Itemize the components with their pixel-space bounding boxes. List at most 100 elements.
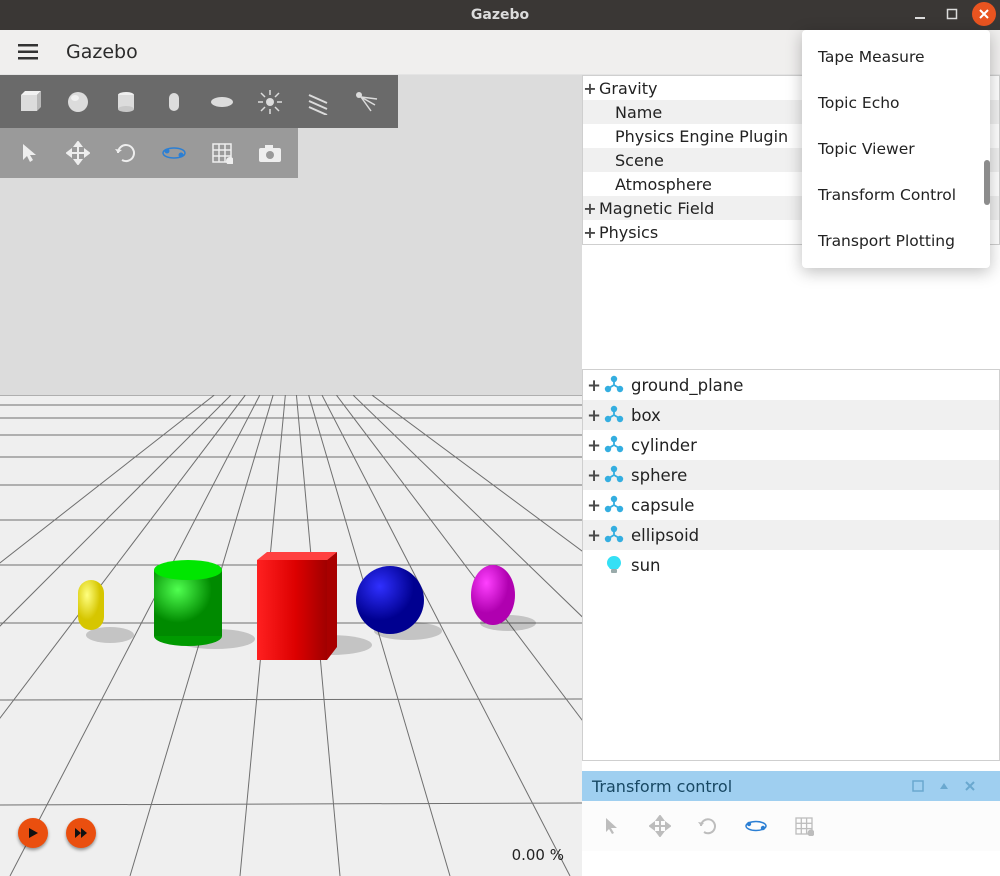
grid-snap-button[interactable] (198, 129, 246, 177)
plugin-menu-item[interactable]: Topic Viewer (802, 126, 990, 172)
transform-control-title: Transform control (592, 777, 732, 796)
insert-point-light-button[interactable] (246, 78, 294, 126)
entity-tree-row[interactable]: sun (583, 550, 999, 580)
model-icon (603, 494, 625, 516)
insert-ellipsoid-button[interactable] (198, 78, 246, 126)
world-tree-label: Scene (615, 151, 664, 170)
scene-render (0, 75, 582, 876)
manipulation-toolbar (0, 128, 298, 178)
tc-translate-button[interactable] (636, 802, 684, 850)
world-tree-label: Physics (599, 223, 658, 242)
panel-maximize-button[interactable] (912, 780, 938, 792)
entity-tree-row[interactable]: +cylinder (583, 430, 999, 460)
tc-rotate-button[interactable] (684, 802, 732, 850)
insert-sphere-button[interactable] (54, 78, 102, 126)
os-titlebar: Gazebo (0, 0, 1000, 30)
rotate-icon (697, 815, 719, 837)
model-icon (603, 404, 625, 426)
play-button[interactable] (18, 818, 48, 848)
directional-light-icon (305, 89, 331, 115)
tc-orbit-button[interactable] (732, 802, 780, 850)
point-light-icon (257, 89, 283, 115)
insert-directional-light-button[interactable] (294, 78, 342, 126)
plugin-menu-item[interactable]: Tape Measure (802, 34, 990, 80)
transform-control-toolbar (582, 801, 1000, 851)
entity-label: capsule (631, 496, 694, 515)
3d-viewport[interactable]: 0.00 % (0, 75, 582, 876)
camera-icon (257, 143, 283, 163)
app-window: Gazebo Gazebo (0, 0, 1000, 876)
light-icon (603, 554, 625, 576)
rotate-tool-button[interactable] (102, 129, 150, 177)
entity-tree-row[interactable]: +sphere (583, 460, 999, 490)
fast-forward-button[interactable] (66, 818, 96, 848)
plugin-menu-popup[interactable]: Tape MeasureTopic EchoTopic ViewerTransf… (802, 30, 990, 268)
entity-label: ellipsoid (631, 526, 699, 545)
grid-icon (211, 142, 233, 164)
world-tree-label: Physics Engine Plugin (615, 127, 788, 146)
plugin-menu-item[interactable]: Transport Plotting (802, 218, 990, 264)
window-close-button[interactable] (972, 2, 996, 26)
tc-select-button[interactable] (588, 802, 636, 850)
window-maximize-button[interactable] (940, 2, 964, 26)
orbit-icon (161, 143, 187, 163)
entity-tree-row[interactable]: +box (583, 400, 999, 430)
hamburger-icon (18, 44, 38, 60)
app-title: Gazebo (48, 41, 138, 63)
orbit-icon (744, 817, 768, 835)
panel-collapse-button[interactable] (938, 781, 964, 791)
transform-control-panel: Transform control (582, 771, 1000, 851)
select-tool-button[interactable] (6, 129, 54, 177)
cylinder-icon (113, 89, 139, 115)
entity-tree-row[interactable]: +capsule (583, 490, 999, 520)
entity-label: sphere (631, 466, 687, 485)
sphere-icon (65, 89, 91, 115)
plugin-menu-item[interactable]: Transform Control (802, 172, 990, 218)
translate-tool-button[interactable] (54, 129, 102, 177)
transform-control-titlebar[interactable]: Transform control (582, 771, 1000, 801)
window-title: Gazebo (0, 7, 1000, 23)
playback-controls (18, 818, 96, 848)
popup-scrollbar-thumb[interactable] (984, 160, 990, 205)
plugin-menu-item[interactable]: Topic Echo (802, 80, 990, 126)
realtime-factor: 0.00 % (512, 846, 564, 864)
model-icon (603, 524, 625, 546)
fast-forward-icon (74, 827, 88, 839)
insert-spot-light-button[interactable] (342, 78, 390, 126)
window-minimize-button[interactable] (908, 2, 932, 26)
insert-box-button[interactable] (6, 78, 54, 126)
model-icon (603, 464, 625, 486)
entity-tree-row[interactable]: +ground_plane (583, 370, 999, 400)
box-icon (17, 89, 43, 115)
world-tree-label: Gravity (599, 79, 657, 98)
model-icon (603, 434, 625, 456)
world-tree-label: Magnetic Field (599, 199, 714, 218)
ellipsoid-icon (209, 89, 235, 115)
insert-capsule-button[interactable] (150, 78, 198, 126)
cursor-icon (602, 816, 622, 836)
entity-tree[interactable]: +ground_plane+box+cylinder+sphere+capsul… (582, 369, 1000, 761)
entity-label: sun (631, 556, 661, 575)
model-icon (603, 374, 625, 396)
spot-light-icon (353, 89, 379, 115)
entity-label: cylinder (631, 436, 697, 455)
menu-button[interactable] (8, 44, 48, 60)
move-icon (649, 815, 671, 837)
grid-icon (794, 816, 814, 836)
shape-toolbar (0, 75, 398, 128)
panel-close-button[interactable] (964, 780, 990, 792)
entity-label: ground_plane (631, 376, 743, 395)
world-tree-label: Atmosphere (615, 175, 712, 194)
capsule-icon (161, 89, 187, 115)
insert-cylinder-button[interactable] (102, 78, 150, 126)
rotate-icon (114, 141, 138, 165)
screenshot-button[interactable] (246, 129, 294, 177)
cursor-icon (19, 142, 41, 164)
move-icon (66, 141, 90, 165)
orbit-tool-button[interactable] (150, 129, 198, 177)
play-icon (27, 827, 39, 839)
entity-label: box (631, 406, 661, 425)
tc-grid-snap-button[interactable] (780, 802, 828, 850)
world-tree-label: Name (615, 103, 662, 122)
entity-tree-row[interactable]: +ellipsoid (583, 520, 999, 550)
